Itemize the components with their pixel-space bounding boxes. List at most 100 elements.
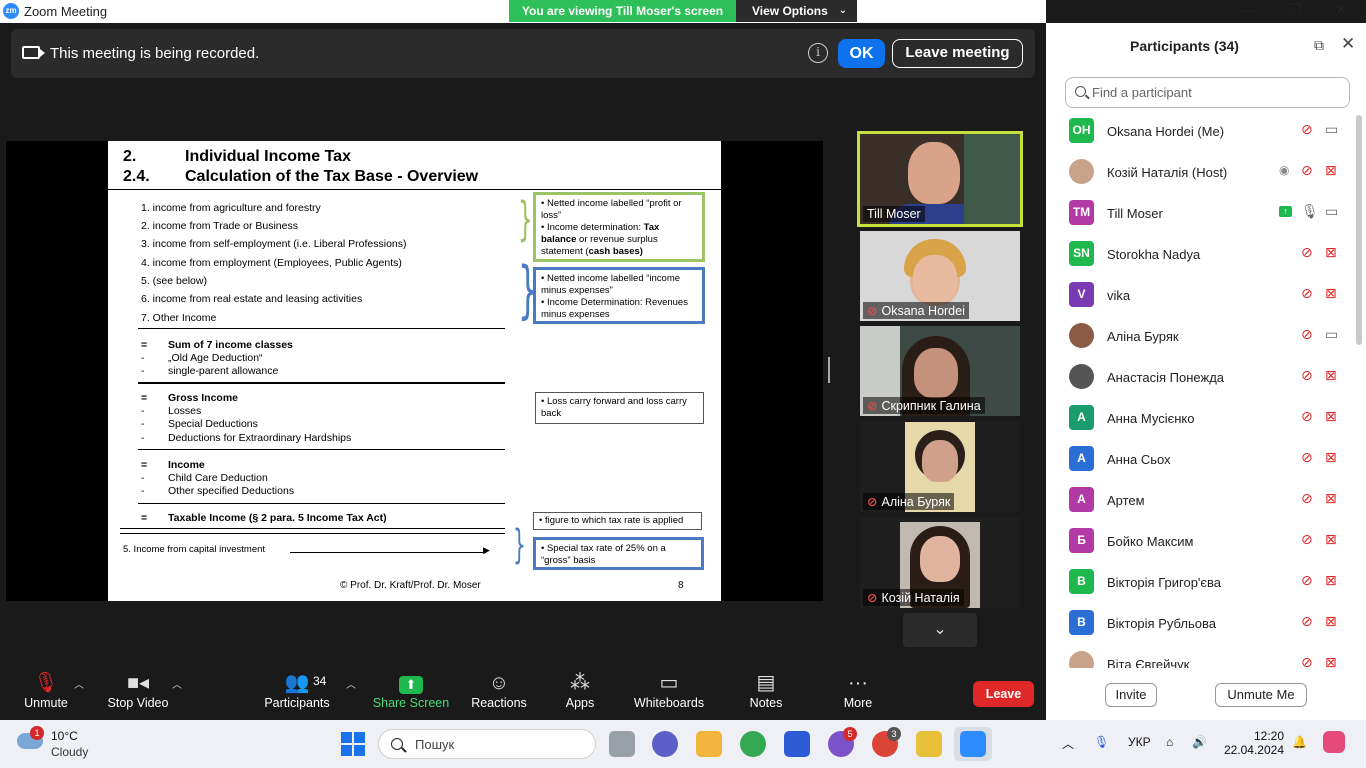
video-tile-koziy[interactable]: ⊘ Козій Наталія — [860, 518, 1020, 608]
participant-row[interactable]: В Вікторія Григор'єва ⊘ ⊠ — [1046, 562, 1354, 603]
ok-button[interactable]: OK — [838, 39, 885, 68]
muted-mic-icon[interactable]: ⊘ — [1301, 244, 1313, 261]
participant-row[interactable]: OH Oksana Hordei (Me) ⊘ ▭ — [1046, 111, 1354, 152]
network-icon[interactable]: ⌂ — [1166, 735, 1173, 749]
taskbar-search-input[interactable]: Пошук — [378, 729, 596, 759]
panel-splitter-handle[interactable] — [828, 357, 830, 383]
taskbar-clock[interactable]: 12:20 22.04.2024 — [1222, 729, 1284, 757]
participant-row[interactable]: Vvika ⊘ ⊠ — [1046, 275, 1354, 316]
leave-button[interactable]: Leave — [973, 681, 1034, 707]
participant-row[interactable]: Анастасія Понежда ⊘ ⊠ — [1046, 357, 1354, 398]
apps-button[interactable]: ⁂ Apps — [559, 666, 601, 720]
video-tile-alina[interactable]: ⊘ Аліна Буряк — [860, 422, 1020, 512]
video-off-icon[interactable]: ⊠ — [1325, 244, 1337, 261]
tray-chevron-icon[interactable]: ︿ — [1062, 735, 1074, 752]
weather-condition[interactable]: Cloudy — [51, 745, 88, 759]
participant-name: Вікторія Григор'єва — [1107, 575, 1222, 590]
notification-bell-icon[interactable]: 🔔 — [1292, 735, 1307, 749]
participant-row[interactable]: А Артем ⊘ ⊠ — [1046, 480, 1354, 521]
participant-row[interactable]: Віта Євгейчук ⊘ ⊠ — [1046, 644, 1354, 668]
close-panel-icon[interactable]: ✕ — [1341, 34, 1355, 54]
muted-mic-icon[interactable]: ⊘ — [1301, 654, 1313, 668]
popout-icon[interactable]: ⧉ — [1314, 37, 1324, 54]
video-options-caret-icon[interactable]: ︿ — [172, 676, 182, 691]
participant-row[interactable]: SN Storokha Nadya ⊘ ⊠ — [1046, 234, 1354, 275]
video-camera-icon[interactable]: ▭ — [1325, 121, 1338, 138]
more-videos-chevron-icon[interactable]: ⌄ — [903, 613, 977, 647]
windows-start-icon[interactable] — [341, 732, 365, 756]
video-off-icon[interactable]: ⊠ — [1325, 449, 1337, 466]
video-tile-skrypnyk[interactable]: ⊘ Скрипник Галина — [860, 326, 1020, 416]
participant-search-input[interactable]: Find a participant — [1065, 77, 1350, 108]
leave-meeting-button[interactable]: Leave meeting — [892, 39, 1023, 68]
unmute-me-button[interactable]: Unmute Me — [1215, 683, 1307, 707]
video-off-icon[interactable]: ⊠ — [1325, 654, 1337, 668]
close-window-icon[interactable]: ✕ — [1318, 0, 1364, 23]
stop-video-button[interactable]: ■◂ Stop Video — [104, 666, 172, 720]
video-off-icon[interactable]: ⊠ — [1325, 285, 1337, 302]
muted-microphone-icon: 🎙 — [33, 672, 59, 694]
muted-mic-icon[interactable]: ⊘ — [1301, 449, 1313, 466]
presentation-slide: 2. Individual Income Tax 2.4. Calculatio… — [108, 141, 721, 601]
video-camera-icon[interactable]: ▭ — [1325, 326, 1338, 343]
participant-list-scrollbar[interactable] — [1356, 115, 1362, 345]
file-explorer-icon[interactable] — [696, 731, 722, 757]
muted-mic-icon[interactable]: ⊘ — [1301, 572, 1313, 589]
dash: - — [141, 405, 145, 417]
video-off-icon[interactable]: ⊠ — [1325, 572, 1337, 589]
participant-row[interactable]: Козій Наталія (Host) ◉ ⊘ ⊠ — [1046, 152, 1354, 193]
participant-name: Till Moser — [1107, 206, 1163, 221]
video-off-icon[interactable]: ⊠ — [1325, 613, 1337, 630]
notes-button[interactable]: ▤ Notes — [745, 666, 787, 720]
participants-count: 34 — [313, 674, 327, 688]
muted-mic-icon[interactable]: ⊘ — [1301, 162, 1313, 179]
video-off-icon[interactable]: ⊠ — [1325, 367, 1337, 384]
microphone-icon[interactable]: 🎙 — [1301, 203, 1319, 220]
copilot-icon[interactable] — [1323, 731, 1345, 753]
participant-row[interactable]: Аліна Буряк ⊘ ▭ — [1046, 316, 1354, 357]
muted-mic-icon[interactable]: ⊘ — [1301, 285, 1313, 302]
task-view-icon[interactable] — [609, 731, 635, 757]
muted-mic-icon[interactable]: ⊘ — [1301, 490, 1313, 507]
muted-mic-icon[interactable]: ⊘ — [1301, 121, 1313, 138]
video-off-icon[interactable]: ⊠ — [1325, 408, 1337, 425]
muted-mic-icon[interactable]: ⊘ — [1301, 531, 1313, 548]
participant-row[interactable]: TM Till Moser ↑ 🎙 ▭ — [1046, 193, 1354, 234]
participant-row[interactable]: В Вікторія Рубльова ⊘ ⊠ — [1046, 603, 1354, 644]
video-tile-till-moser[interactable]: Till Moser — [857, 131, 1023, 227]
weather-temperature[interactable]: 10°C — [51, 729, 78, 743]
muted-mic-icon[interactable]: ⊘ — [1301, 367, 1313, 384]
teams-chat-icon[interactable] — [652, 731, 678, 757]
participants-options-caret-icon[interactable]: ︿ — [346, 676, 356, 691]
muted-mic-icon[interactable]: ⊘ — [1301, 613, 1313, 630]
video-off-icon[interactable]: ⊠ — [1325, 490, 1337, 507]
more-button[interactable]: ··· More — [838, 666, 878, 720]
volume-icon[interactable]: 🔊 — [1192, 735, 1207, 749]
invite-button[interactable]: Invite — [1105, 683, 1157, 707]
minimize-icon[interactable]: — — [1226, 0, 1272, 23]
participant-row[interactable]: А Анна Сьох ⊘ ⊠ — [1046, 439, 1354, 480]
pdf-reader-icon[interactable] — [916, 731, 942, 757]
view-options-button[interactable]: View Options ⌄ — [736, 0, 857, 22]
video-camera-icon[interactable]: ▭ — [1325, 203, 1338, 220]
video-off-icon[interactable]: ⊠ — [1325, 531, 1337, 548]
share-screen-button[interactable]: ⬆ Share Screen — [372, 666, 450, 720]
muted-mic-icon[interactable]: ⊘ — [1301, 408, 1313, 425]
maximize-icon[interactable]: ❐ — [1272, 0, 1318, 23]
participant-row[interactable]: А Анна Мусієнко ⊘ ⊠ — [1046, 398, 1354, 439]
microphone-tray-icon[interactable]: 🎙 — [1094, 735, 1109, 749]
muted-mic-icon[interactable]: ⊘ — [1301, 326, 1313, 343]
video-off-icon[interactable]: ⊠ — [1325, 162, 1337, 179]
unmute-button[interactable]: 🎙 Unmute — [16, 666, 76, 720]
zoom-taskbar-icon[interactable] — [960, 731, 986, 757]
participant-name: Storokha Nadya — [1107, 247, 1201, 262]
chrome-profile-icon[interactable] — [740, 731, 766, 757]
participant-row[interactable]: Б Бойко Максим ⊘ ⊠ — [1046, 521, 1354, 562]
video-tile-oksana[interactable]: ⊘ Oksana Hordei — [860, 231, 1020, 321]
reactions-button[interactable]: ☺ Reactions — [470, 666, 528, 720]
calendar-app-icon[interactable] — [784, 731, 810, 757]
whiteboards-button[interactable]: ▭ Whiteboards — [632, 666, 706, 720]
audio-options-caret-icon[interactable]: ︿ — [74, 676, 84, 691]
language-indicator[interactable]: УКР — [1128, 735, 1151, 749]
info-icon[interactable]: i — [808, 43, 828, 63]
